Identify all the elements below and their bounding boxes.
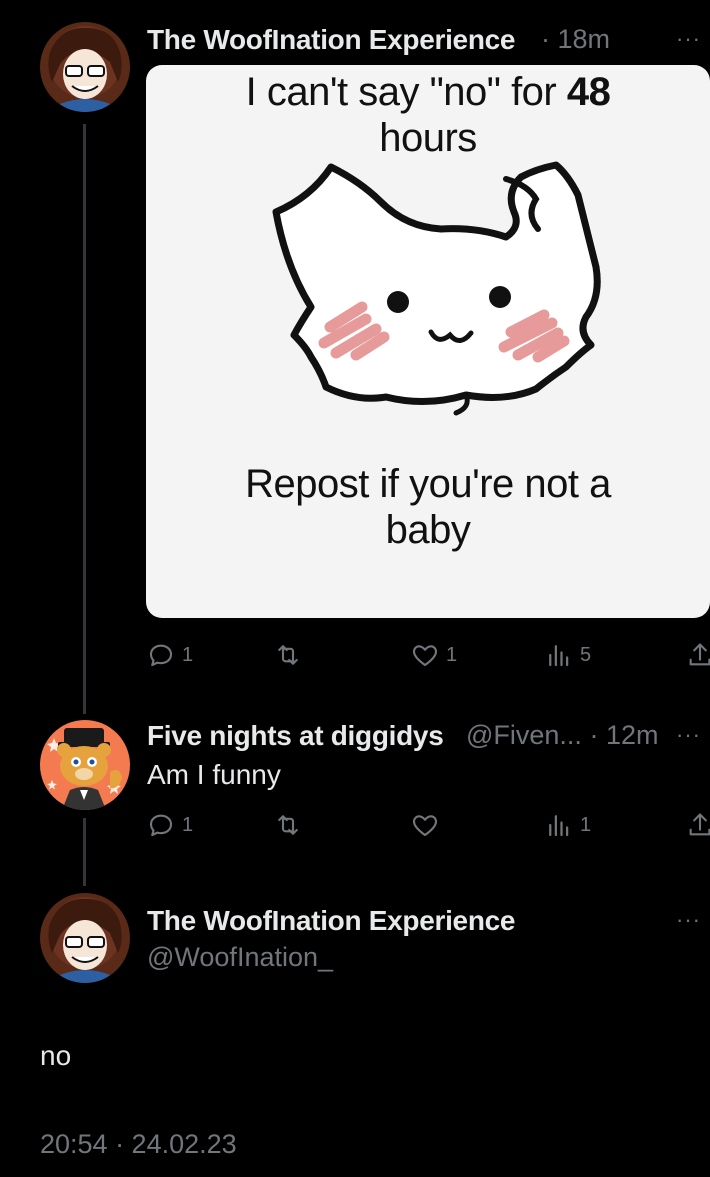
reply-count: 1 <box>182 813 194 836</box>
share-button[interactable] <box>686 640 710 670</box>
image-text-number: 48 <box>566 70 611 114</box>
repost-button[interactable] <box>272 640 304 670</box>
views-icon <box>549 815 569 837</box>
post-meta: @Fiven... · 12m <box>466 720 659 751</box>
author-handle[interactable]: @Fiven... <box>466 720 582 750</box>
image-text-line: I can't say "no" for <box>245 70 557 114</box>
post-actions: 1 1 5 <box>146 636 710 676</box>
reply-icon <box>149 814 173 837</box>
reply-button[interactable]: 1 <box>146 640 193 670</box>
avatar[interactable] <box>40 893 130 983</box>
like-icon <box>413 645 437 667</box>
post-text: Am I funny <box>147 759 281 790</box>
reply-count: 1 <box>182 643 194 666</box>
cat-drawing <box>272 161 601 416</box>
more-icon[interactable]: ··· <box>676 722 701 748</box>
reply-icon <box>149 644 173 667</box>
post-time[interactable]: · 18m <box>541 24 610 55</box>
views-button[interactable]: 5 <box>544 640 591 670</box>
share-icon <box>689 643 710 666</box>
time-label[interactable]: 18m <box>558 24 611 54</box>
image-text-line: Repost if you're not a <box>245 462 611 506</box>
thread-line <box>83 818 86 886</box>
like-button[interactable] <box>410 810 440 840</box>
avatar[interactable] <box>40 720 130 810</box>
avatar[interactable] <box>40 22 130 112</box>
repost-icon <box>278 815 298 835</box>
share-icon <box>689 813 710 836</box>
repost-button[interactable] <box>272 810 304 840</box>
repost-icon <box>278 645 298 665</box>
views-count: 1 <box>580 813 592 836</box>
views-icon <box>549 645 569 667</box>
post-actions: 1 1 <box>146 806 710 846</box>
post-text: no <box>40 1040 72 1071</box>
separator: · <box>589 720 599 750</box>
thread-line <box>83 124 86 714</box>
author-handle[interactable]: @WoofInation_ <box>147 942 333 973</box>
image-text-line: baby <box>385 508 471 552</box>
post-image[interactable]: I can't say "no" for 48 hours Repost if … <box>146 65 710 618</box>
share-button[interactable] <box>686 810 710 840</box>
author-name[interactable]: The WoofInation Experience <box>147 24 515 56</box>
time-label[interactable]: 12m <box>606 720 659 750</box>
reply-button[interactable]: 1 <box>146 810 193 840</box>
like-count: 1 <box>446 643 458 666</box>
image-text-line: hours <box>379 116 477 160</box>
post-timestamp[interactable]: 20:54 · 24.02.23 <box>40 1129 237 1160</box>
image-top-text: I can't say "no" for 48 hours <box>146 69 710 169</box>
author-name[interactable]: The WoofInation Experience <box>147 905 515 937</box>
like-button[interactable]: 1 <box>410 640 457 670</box>
like-icon <box>413 815 437 837</box>
views-count: 5 <box>580 643 592 666</box>
more-icon[interactable]: ··· <box>676 907 701 933</box>
more-icon[interactable]: ··· <box>676 26 701 52</box>
views-button[interactable]: 1 <box>544 810 591 840</box>
separator: · <box>541 24 550 54</box>
author-name[interactable]: Five nights at diggidys <box>147 720 444 752</box>
image-bottom-text: Repost if you're not a baby <box>146 461 710 561</box>
